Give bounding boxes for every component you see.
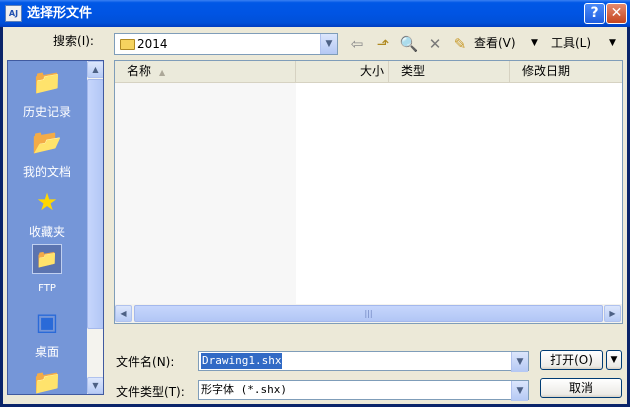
places-bar: 📁 历史记录 📂 我的文档 ★ 收藏夹 📁 FTP ▣ 桌面 📁 ▲ ▼ [7,60,104,395]
place-label: FTP [38,283,56,294]
name-column-highlight [115,83,296,304]
filetype-select[interactable]: 形字体 (*.shx) ▼ [198,380,529,401]
scroll-thumb[interactable]: ||| [134,305,603,322]
favorites-star-icon: ★ [36,188,58,216]
history-folder-icon: 📁 [32,68,62,96]
sort-ascending-icon: ▲ [159,68,166,77]
app-icon: AJ [5,5,22,22]
filename-value: Drawing1.shx [201,353,283,369]
scroll-down-icon[interactable]: ▼ [87,377,103,394]
cancel-button[interactable]: 取消 [540,378,622,398]
place-label: 桌面 [34,345,59,359]
view-menu-button[interactable]: 查看(V) [474,35,516,51]
lookin-value: 2014 [137,37,168,51]
place-label: 历史记录 [22,105,71,119]
chevron-down-icon[interactable]: ▼ [511,381,528,401]
network-folder-icon: 📁 [32,368,62,395]
column-type[interactable]: 类型 [389,61,510,82]
place-label: 我的文档 [22,165,71,179]
filename-input[interactable]: Drawing1.shx ▼ [198,351,529,372]
filetype-label: 文件类型(T): [116,385,185,399]
file-list-hscrollbar[interactable]: ◀ ||| ▶ [115,304,622,323]
scroll-right-icon[interactable]: ▶ [604,305,621,322]
back-arrow-icon[interactable]: ⇦ [347,35,367,53]
lookin-label: 搜索(I): [53,34,94,48]
chevron-down-icon[interactable]: ▼ [511,352,528,372]
ftp-icon: 📁 [32,244,62,274]
folder-icon [120,39,135,50]
column-header: 名称 ▲ 大小 类型 修改日期 [115,61,622,83]
places-scrollbar[interactable]: ▲ ▼ [87,61,103,394]
delete-icon[interactable]: ✕ [425,35,445,53]
scroll-left-icon[interactable]: ◀ [115,305,132,322]
my-documents-icon: 📂 [32,128,62,156]
close-button[interactable]: ✕ [606,3,627,24]
filename-label: 文件名(N): [116,355,175,369]
column-size[interactable]: 大小 [296,61,389,82]
open-button[interactable]: 打开(O) [540,350,603,370]
place-ftp[interactable]: 📁 FTP [8,244,86,302]
place-favorites[interactable]: ★ 收藏夹 [8,187,86,245]
file-list[interactable]: 名称 ▲ 大小 类型 修改日期 ◀ ||| ▶ [114,60,623,324]
filetype-value: 形字体 (*.shx) [201,383,287,396]
up-folder-icon[interactable]: ⬏ [373,35,393,53]
window-title: 选择形文件 [27,6,93,21]
title-bar[interactable]: AJ 选择形文件 ? ✕ [0,0,630,27]
new-folder-icon[interactable]: ✎ [450,35,470,53]
places-list: 📁 历史记录 📂 我的文档 ★ 收藏夹 📁 FTP ▣ 桌面 📁 [8,61,86,395]
place-label: 收藏夹 [28,225,65,239]
tools-dropdown-arrow-icon[interactable]: ▼ [609,35,616,51]
scroll-up-icon[interactable]: ▲ [87,61,103,78]
view-dropdown-arrow-icon[interactable]: ▼ [531,35,538,51]
open-options-chevron-icon[interactable]: ▼ [606,350,622,370]
lookin-combobox[interactable]: 2014 ▼ [114,33,338,55]
tools-menu-button[interactable]: 工具(L) [551,35,591,51]
help-button[interactable]: ? [584,3,605,24]
place-history[interactable]: 📁 历史记录 [8,67,86,125]
chevron-down-icon[interactable]: ▼ [320,34,337,54]
place-my-documents[interactable]: 📂 我的文档 [8,127,86,185]
column-modified[interactable]: 修改日期 [510,61,622,82]
place-more[interactable]: 📁 [8,367,86,395]
place-desktop[interactable]: ▣ 桌面 [8,307,86,365]
scroll-thumb[interactable] [87,79,103,329]
column-name[interactable]: 名称 ▲ [115,61,296,82]
search-web-icon[interactable]: 🔍 [399,35,419,53]
desktop-icon: ▣ [35,308,59,336]
